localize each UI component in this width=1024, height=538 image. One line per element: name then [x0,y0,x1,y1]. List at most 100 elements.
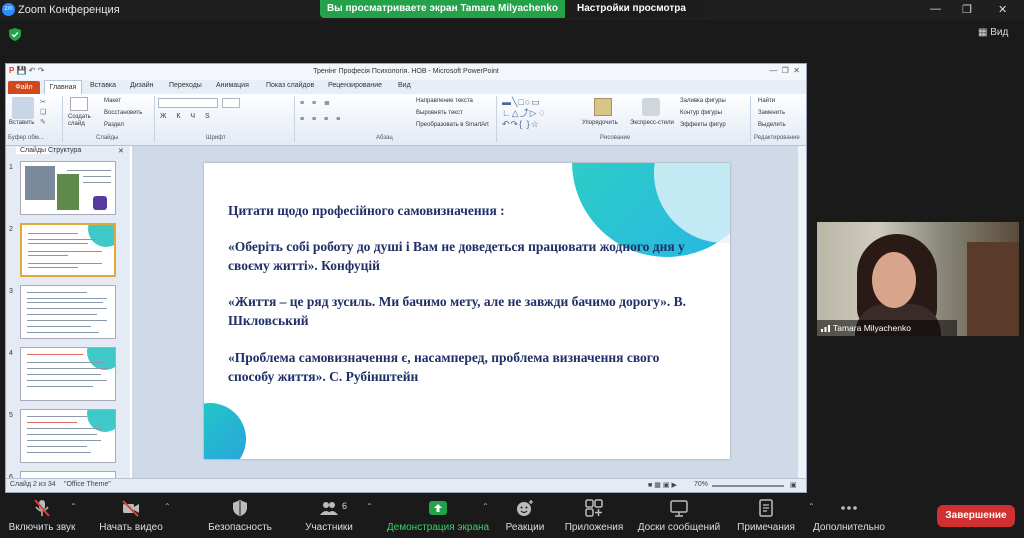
shape-effects-button[interactable]: Эффекты фигур [680,122,726,128]
tab-review[interactable]: Рецензирование [328,82,382,89]
share-screen-icon [429,501,447,515]
thumb-circle [87,348,115,370]
minimize-icon[interactable]: — [930,3,941,15]
tab-transitions[interactable]: Переходы [169,82,202,89]
participants-button[interactable]: 6 ⌃ Участники [300,493,373,538]
convert-smartart-button[interactable]: Преобразовать в SmartArt [416,122,489,128]
slide-editor: Цитати щодо професійного самовизначення … [132,146,798,478]
align-text-button[interactable]: Выровнять текст [416,110,463,116]
section-button[interactable]: Раздел [104,122,124,128]
ribbon-divider [496,96,497,142]
view-button-label: Вид [990,27,1009,38]
tab-file[interactable]: Файл [8,81,40,94]
arrange-icon[interactable] [594,98,612,116]
close-icon[interactable]: ✕ [998,3,1007,16]
participants-caret[interactable]: ⌃ [366,502,373,511]
video-options-caret[interactable]: ⌃ [164,502,171,511]
font-size-select[interactable] [222,98,240,108]
paragraph-list-icons[interactable]: ≡ ≡ ≣ [300,99,333,107]
font-format-icons[interactable]: Ж К Ч S [160,113,214,120]
select-button[interactable]: Выделить [758,122,786,128]
replace-button[interactable]: Заменить [758,110,785,116]
share-screen-button[interactable]: ⌃ Демонстрация экрана [384,493,492,538]
thumb-number: 4 [9,350,13,357]
reactions-button[interactable]: Реакции [502,493,548,538]
notes-icon [759,499,773,517]
ppt-title-bar: Тренінг Професія Психологія. НОВ - Micro… [6,64,806,80]
quick-styles-button[interactable]: Экспресс-стили [630,120,674,126]
slide-quote-1: «Оберіть собі роботу до душі і Вам не до… [228,239,685,273]
more-button[interactable]: Дополнительно [812,493,886,538]
view-options-dropdown[interactable]: Настройки просмотра ⌄ [565,0,705,18]
slide-thumbnail-4[interactable] [20,347,116,401]
view-button[interactable]: ▦ Вид [978,27,1018,43]
arrange-button[interactable]: Упорядочить [582,120,618,126]
security-button[interactable]: Безопасность [205,493,275,538]
restore-button[interactable]: Восстановить [104,110,142,116]
group-slides: Слайды [96,135,119,141]
apps-button[interactable]: Приложения [562,493,626,538]
slide-thumbnail-1[interactable] [20,161,116,215]
slide-thumbnail-5[interactable] [20,409,116,463]
share-banner-text: Вы просматриваете экран Tamara Milyachen… [320,0,565,18]
group-editing: Редактирование [754,135,800,141]
unmute-button[interactable]: ⌃ Включить звук [0,493,84,538]
ribbon-tabs: Файл Главная Вставка Дизайн Переходы Ани… [6,80,806,94]
close-pane-icon[interactable]: ✕ [118,147,124,155]
audio-options-caret[interactable]: ⌃ [70,502,77,511]
view-options-label: Настройки просмотра [577,3,686,14]
reactions-label: Реакции [505,522,545,533]
tab-home[interactable]: Главная [44,80,82,94]
tab-slideshow[interactable]: Показ слайдов [266,82,314,89]
participant-video[interactable]: Tamara Milyachenko [817,222,1019,336]
current-slide[interactable]: Цитати щодо професійного самовизначення … [204,163,730,459]
paragraph-align-icons[interactable]: ≡ ≡ ≡ ≡ [300,116,343,123]
layout-button[interactable]: Макет [104,98,121,104]
security-label: Безопасность [208,522,272,533]
slide-thumbnail-3[interactable] [20,285,116,339]
text-direction-button[interactable]: Направление текста [416,98,473,104]
zoom-logo-icon: zm [2,3,15,16]
view-buttons[interactable]: ■▦▣▶ [648,481,679,489]
video-off-icon [122,500,139,517]
whiteboards-button[interactable]: Доски сообщений [634,493,724,538]
quick-styles-icon[interactable] [642,98,660,116]
paste-button[interactable]: Вставить [9,120,34,126]
quick-access-toolbar[interactable]: P 💾 ↶ ↷ [9,66,44,75]
notes-button[interactable]: ⌃ Примечания [732,493,815,538]
paste-icon[interactable] [12,97,34,119]
participants-count: 6 [342,501,348,511]
find-button[interactable]: Найти [758,98,775,104]
unmute-label: Включить звук [8,522,76,533]
tab-outline[interactable]: Структура [48,147,81,154]
tab-design[interactable]: Дизайн [130,82,154,89]
encryption-shield-icon[interactable] [9,28,21,41]
end-meeting-button[interactable]: Завершение [937,505,1015,527]
slides-pane: Слайды Структура ✕ 1 2 3 4 5 6 [6,146,130,481]
shape-fill-button[interactable]: Заливка фигуры [680,98,726,104]
tab-view[interactable]: Вид [398,82,411,89]
pane-tabs: Слайды Структура ✕ [6,146,130,157]
notes-label: Примечания [737,522,795,533]
tab-animation[interactable]: Анимация [216,82,249,89]
tab-slides[interactable]: Слайды [16,147,51,154]
zoom-slider[interactable] [712,485,784,487]
font-name-select[interactable] [158,98,218,108]
tab-insert[interactable]: Вставка [90,82,116,89]
new-slide-icon[interactable] [70,97,88,111]
shape-outline-button[interactable]: Контур фигуры [680,110,722,116]
video-door [967,242,1019,336]
fit-window-icon[interactable]: ▣ [790,481,797,489]
ppt-window-controls[interactable]: — ❐ ✕ [769,66,800,75]
restore-icon[interactable]: ❐ [962,3,972,16]
shapes-gallery[interactable]: ▬╲□○▭ ∟△⤴▷♢ ↶↷{ }☆ [502,97,582,133]
slide-thumbnail-2[interactable] [20,223,116,277]
participants-icon [320,502,338,515]
create-slide-button[interactable]: Создать слайд [68,114,96,128]
ribbon-divider [750,96,751,142]
start-video-button[interactable]: ⌃ Начать видео [94,493,171,538]
clipboard-icons[interactable]: ✂ ❏ ✎ [40,98,48,128]
ribbon: Вставить ✂ ❏ ✎ Буфер обм... Создать слайд … [6,94,806,146]
vertical-scrollbar[interactable] [798,146,806,478]
share-options-caret[interactable]: ⌃ [482,502,489,511]
